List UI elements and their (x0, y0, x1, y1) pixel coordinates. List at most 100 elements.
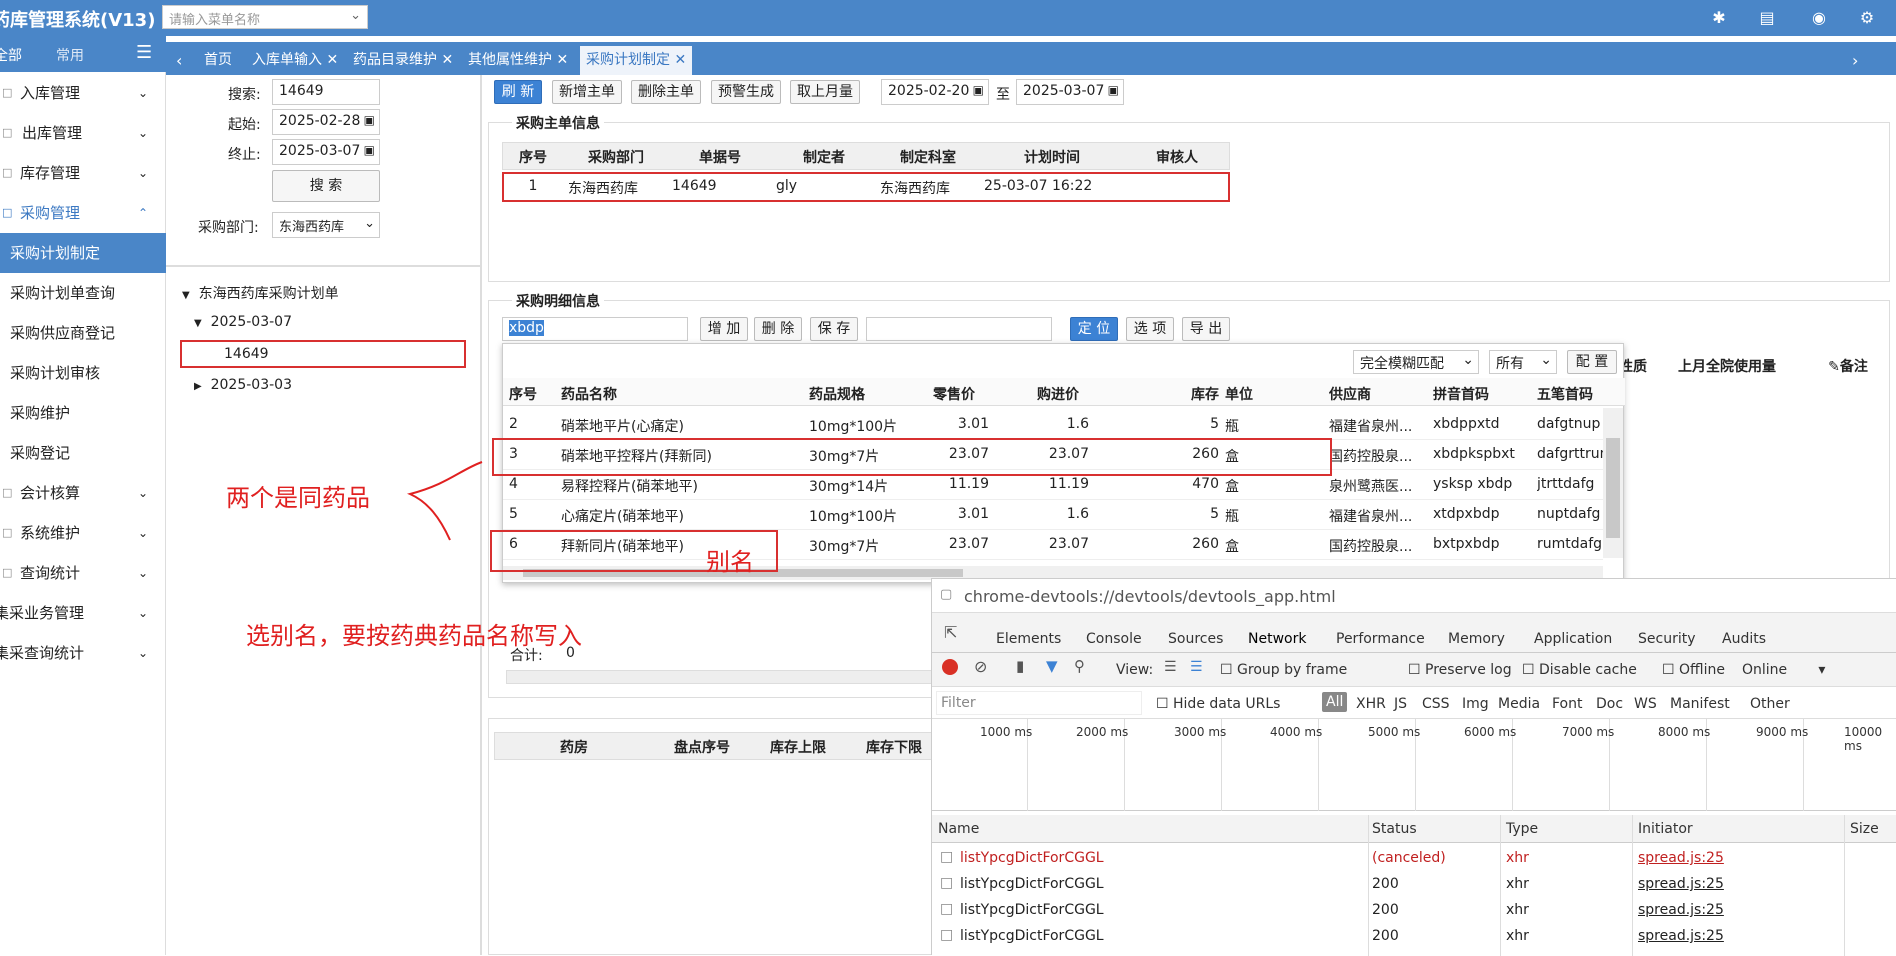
warning-generate-button[interactable]: 预警生成 (711, 80, 781, 104)
filter-input[interactable]: Filter (936, 691, 1142, 715)
sidebar-item-purchase[interactable]: □ 采购管理 ⌃ (0, 193, 166, 233)
refresh-button[interactable]: 刷 新 (494, 80, 542, 104)
type-filter-all[interactable]: All (1322, 692, 1348, 712)
filter-icon[interactable]: ▼ (1046, 657, 1058, 675)
inspect-icon[interactable]: ⇱ (944, 623, 957, 642)
devtools-tab-security[interactable]: Security (1638, 631, 1696, 647)
throttle-select[interactable]: Online ▾ (1742, 662, 1825, 678)
camera-icon[interactable]: ▮ (1016, 657, 1024, 675)
save-detail-button[interactable]: 保 存 (810, 317, 858, 341)
list-item[interactable]: 2 硝苯地平片(心痛定) 10mg*100片 3.01 1.6 5 瓶 福建省泉… (503, 410, 1603, 440)
tree-root[interactable]: ▼ 东海西药库采购计划单 (182, 283, 339, 303)
tab-drug-catalog[interactable]: 药品目录维护 ✕ (347, 46, 459, 75)
type-filter-js[interactable]: JS (1394, 696, 1407, 712)
clear-icon[interactable]: ⊘ (974, 657, 987, 676)
table-row[interactable]: □ listYpcgDictForCGGL 200 xhr spread.js:… (932, 897, 1896, 923)
sidebar-item-inbound[interactable]: □ 入库管理 ⌄ (0, 73, 166, 113)
sidebar-item-register[interactable]: 采购登记 (0, 433, 166, 473)
locate-input[interactable] (866, 317, 1052, 341)
disable-cache-checkbox[interactable]: ☐ Disable cache (1522, 662, 1637, 678)
sidebar-item-inventory[interactable]: □ 库存管理 ⌄ (0, 153, 166, 193)
waterfall-icon[interactable]: ☰ (1190, 659, 1203, 675)
add-detail-button[interactable]: 增 加 (700, 317, 748, 341)
table-row[interactable]: □ listYpcgDictForCGGL 200 xhr spread.js:… (932, 923, 1896, 949)
chevron-down-icon[interactable]: ⌄ (350, 8, 361, 23)
add-master-button[interactable]: 新增主单 (552, 80, 622, 104)
close-icon[interactable]: ✕ (326, 52, 338, 68)
dept-select[interactable]: 东海西药库 ⌄ (272, 212, 380, 238)
type-filter-css[interactable]: CSS (1422, 696, 1450, 712)
sidebar-item-plan-query[interactable]: 采购计划单查询 (0, 273, 166, 313)
close-icon[interactable]: ✕ (556, 52, 568, 68)
type-filter-doc[interactable]: Doc (1596, 696, 1623, 712)
devtools-tab-console[interactable]: Console (1086, 631, 1142, 647)
menu-search-input[interactable]: 请输入菜单名称 ⌄ (162, 5, 368, 29)
sidebar-item-query-stats[interactable]: □ 查询统计 ⌄ (0, 553, 166, 593)
match-mode-select[interactable]: 完全模糊匹配 ⌄ (1353, 350, 1479, 374)
tab-home[interactable]: 首页 (198, 46, 238, 75)
group-by-frame-checkbox[interactable]: ☐ Group by frame (1220, 662, 1347, 678)
detail-search-input[interactable]: xbdp (502, 317, 688, 341)
sidebar-item-maintenance[interactable]: 采购维护 (0, 393, 166, 433)
type-filter-ws[interactable]: WS (1634, 696, 1657, 712)
sidebar-item-outbound[interactable]: □ 出库管理 ⌄ (0, 113, 166, 153)
list-item[interactable]: 5 心痛定片(硝苯地平) 10mg*100片 3.01 1.6 5 瓶 福建省泉… (503, 500, 1603, 530)
devtools-tab-audits[interactable]: Audits (1722, 631, 1766, 647)
table-row[interactable]: □ listYpcgDictForCGGL (canceled) xhr spr… (932, 845, 1896, 871)
sidebar-item-plan-review[interactable]: 采购计划审核 (0, 353, 166, 393)
sidebar-item-purchase-plan[interactable]: 采购计划制定 (0, 233, 166, 273)
devtools-tab-memory[interactable]: Memory (1448, 631, 1505, 647)
tree-date-node[interactable]: ▼ 2025-03-07 (194, 314, 292, 330)
monthly-quantity-button[interactable]: 取上月量 (790, 80, 860, 104)
date-to-input[interactable]: 2025-03-07 ▣ (1016, 79, 1124, 105)
type-filter-img[interactable]: Img (1462, 696, 1489, 712)
tree-date-node[interactable]: ▶ 2025-03-03 (194, 377, 292, 393)
search-input[interactable]: 14649 (272, 79, 380, 105)
requests-col-size[interactable]: Size (1850, 821, 1879, 837)
sidebar-item-supplier[interactable]: 采购供应商登记 (0, 313, 166, 353)
tab-scroll-left-icon[interactable]: ‹ (170, 46, 188, 75)
horizontal-scrollbar[interactable] (506, 670, 934, 684)
date-from-input[interactable]: 2025-02-20 ▣ (881, 79, 989, 105)
sidebar-item-system[interactable]: □ 系统维护 ⌄ (0, 513, 166, 553)
delete-detail-button[interactable]: 删 除 (754, 317, 802, 341)
devtools-tab-sources[interactable]: Sources (1168, 631, 1223, 647)
close-icon[interactable]: ✕ (674, 52, 686, 68)
sidebar-item-central-query[interactable]: 集采查询统计 ⌄ (0, 633, 166, 673)
devtools-tab-elements[interactable]: Elements (996, 631, 1061, 647)
tab-purchase-plan[interactable]: 采购计划制定 ✕ (580, 46, 693, 75)
hide-data-urls-checkbox[interactable]: ☐ Hide data URLs (1156, 696, 1280, 712)
requests-col-name[interactable]: Name (938, 821, 979, 837)
document-icon[interactable]: ▤ (1756, 7, 1778, 29)
tab-favorites[interactable]: 常用 (56, 45, 84, 65)
requests-col-status[interactable]: Status (1372, 821, 1417, 837)
locate-button[interactable]: 定 位 (1070, 317, 1118, 341)
delete-master-button[interactable]: 删除主单 (631, 80, 701, 104)
close-icon[interactable]: ✕ (441, 52, 453, 68)
vertical-scrollbar[interactable] (1603, 408, 1623, 558)
menu-toggle-icon[interactable]: ☰ (136, 42, 152, 63)
search-button[interactable]: 搜 索 (272, 170, 380, 202)
start-date-input[interactable]: 2025-02-28 ▣ (272, 109, 380, 135)
tab-other-attrs[interactable]: 其他属性维护 ✕ (462, 46, 574, 75)
type-filter-other[interactable]: Other (1750, 696, 1790, 712)
tab-all[interactable]: 全部 (0, 45, 22, 65)
export-button[interactable]: 导 出 (1182, 317, 1230, 341)
scrollbar-thumb[interactable] (1606, 438, 1620, 538)
type-filter-manifest[interactable]: Manifest (1670, 696, 1730, 712)
preserve-log-checkbox[interactable]: ☐ Preserve log (1408, 662, 1512, 678)
config-button[interactable]: 配 置 (1567, 350, 1617, 374)
table-row[interactable]: □ listYpcgDictForCGGL 200 xhr spread.js:… (932, 871, 1896, 897)
tab-inbound-entry[interactable]: 入库单输入 ✕ (246, 46, 344, 75)
devtools-tab-application[interactable]: Application (1534, 631, 1612, 647)
end-date-input[interactable]: 2025-03-07 ▣ (272, 139, 380, 165)
tab-scroll-right-icon[interactable]: › (1846, 46, 1864, 75)
sidebar-item-central-purchase[interactable]: 集采业务管理 ⌄ (0, 593, 166, 633)
type-filter-media[interactable]: Media (1498, 696, 1540, 712)
options-button[interactable]: 选 项 (1126, 317, 1174, 341)
type-filter-font[interactable]: Font (1552, 696, 1582, 712)
offline-checkbox[interactable]: ☐ Offline (1662, 662, 1725, 678)
devtools-tab-performance[interactable]: Performance (1336, 631, 1425, 647)
eye-icon[interactable]: ◉ (1808, 7, 1830, 29)
scope-select[interactable]: 所有 ⌄ (1489, 350, 1557, 374)
